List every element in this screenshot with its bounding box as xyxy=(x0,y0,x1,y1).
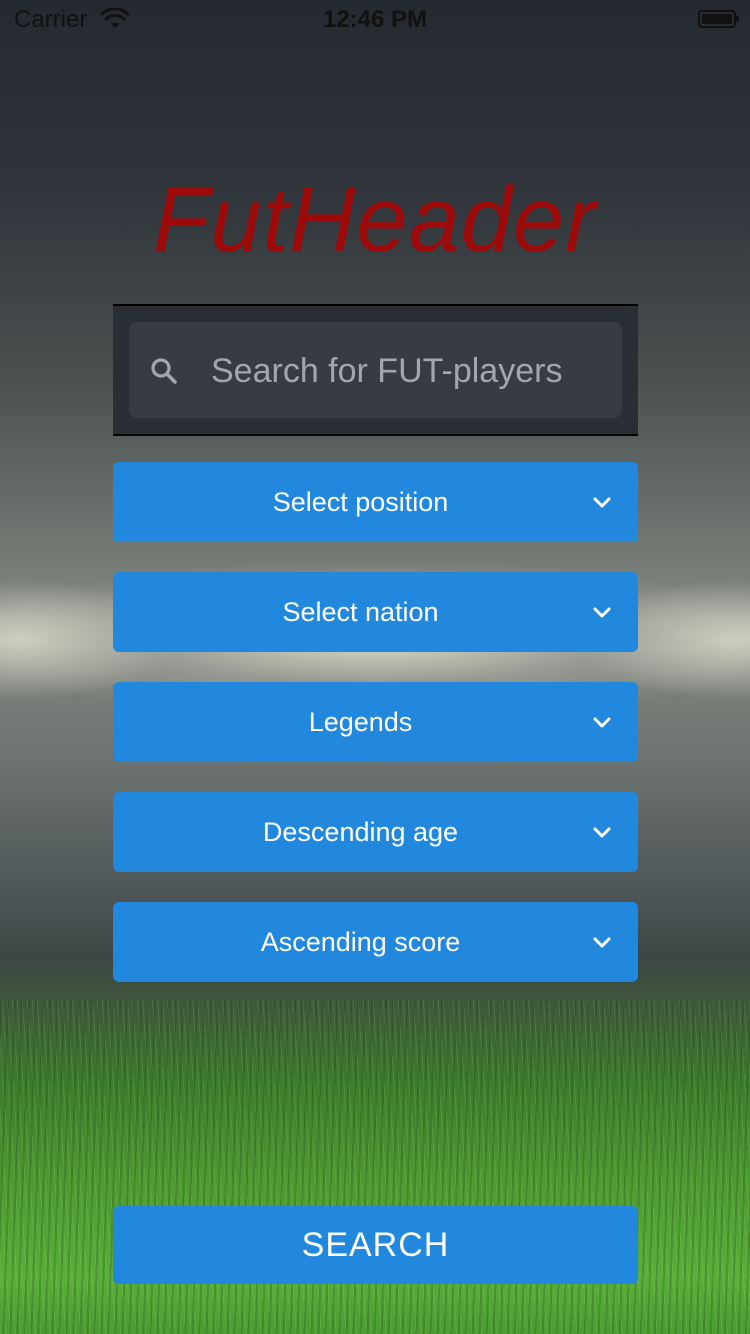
chevron-down-icon xyxy=(593,937,611,948)
clock: 12:46 PM xyxy=(322,6,428,33)
position-select-label: Select position xyxy=(272,487,449,517)
status-bar: Carrier 12:46 PM xyxy=(0,0,750,40)
chevron-down-icon xyxy=(593,497,611,508)
app-title: FutHeader xyxy=(153,169,597,271)
search-input[interactable] xyxy=(209,322,612,420)
search-bar xyxy=(113,304,638,436)
chevron-down-icon xyxy=(593,607,611,618)
battery-icon xyxy=(698,10,739,28)
nation-select[interactable]: Select nation xyxy=(113,572,638,652)
search-field[interactable] xyxy=(129,322,622,420)
chevron-down-icon xyxy=(593,827,611,838)
nation-select-label: Select nation xyxy=(282,597,439,627)
legends-select-label: Legends xyxy=(308,707,413,737)
score-sort-select-label: Ascending score xyxy=(260,927,461,957)
legends-select[interactable]: Legends xyxy=(113,682,638,762)
search-icon xyxy=(151,358,177,384)
score-sort-select[interactable]: Ascending score xyxy=(113,902,638,982)
age-sort-select-label: Descending age xyxy=(262,817,459,847)
position-select[interactable]: Select position xyxy=(113,462,638,542)
chevron-down-icon xyxy=(593,717,611,728)
search-button[interactable]: SEARCH xyxy=(113,1206,638,1284)
age-sort-select[interactable]: Descending age xyxy=(113,792,638,872)
